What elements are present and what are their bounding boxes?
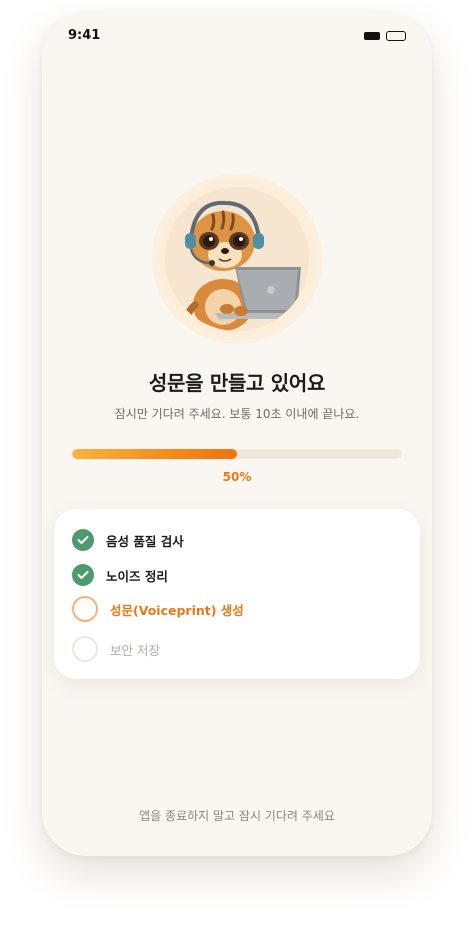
step-secure-save: 보안 저장 bbox=[72, 636, 160, 662]
step-voice-quality: 음성 품질 검사 bbox=[72, 527, 184, 553]
steps-card: 음성 품질 검사 노이즈 정리 성문(Voiceprint) 생성 보안 저장 bbox=[54, 509, 420, 679]
step-label: 성문(Voiceprint) 생성 bbox=[110, 602, 244, 618]
check-circle-icon bbox=[72, 564, 94, 586]
status-time: 9:41 bbox=[68, 28, 101, 43]
page-subtitle: 잠시만 기다려 주세요. 보통 10초 이내에 끝나요. bbox=[114, 407, 360, 421]
check-circle-icon bbox=[72, 529, 94, 551]
step-label: 노이즈 정리 bbox=[106, 568, 168, 584]
step-voiceprint-generation: 성문(Voiceprint) 생성 bbox=[72, 596, 244, 622]
progress-ring-icon bbox=[72, 596, 98, 622]
status-icons bbox=[364, 31, 406, 41]
status-bar: 9:41 bbox=[42, 12, 432, 60]
progress-bar-fill bbox=[72, 449, 237, 459]
empty-circle-icon bbox=[72, 636, 98, 662]
progress-percent: 50% bbox=[222, 470, 252, 484]
page-title: 성문을 만들고 있어요 bbox=[148, 371, 326, 395]
meerkat-laptop-icon bbox=[165, 187, 309, 331]
step-label: 음성 품질 검사 bbox=[106, 533, 184, 549]
step-label: 보안 저장 bbox=[110, 642, 160, 658]
battery-icon bbox=[386, 31, 406, 41]
avatar-glow bbox=[152, 174, 322, 344]
footer-note: 앱을 종료하지 말고 잠시 기다려 주세요 bbox=[139, 809, 335, 823]
phone-screen: 9:41 성문을 만들고 있어요 잠시만 기다려 주세요. 보통 10초 이내에… bbox=[42, 12, 432, 856]
signal-icon bbox=[364, 32, 380, 40]
progress-bar bbox=[72, 449, 402, 459]
step-noise-cleanup: 노이즈 정리 bbox=[72, 562, 168, 588]
